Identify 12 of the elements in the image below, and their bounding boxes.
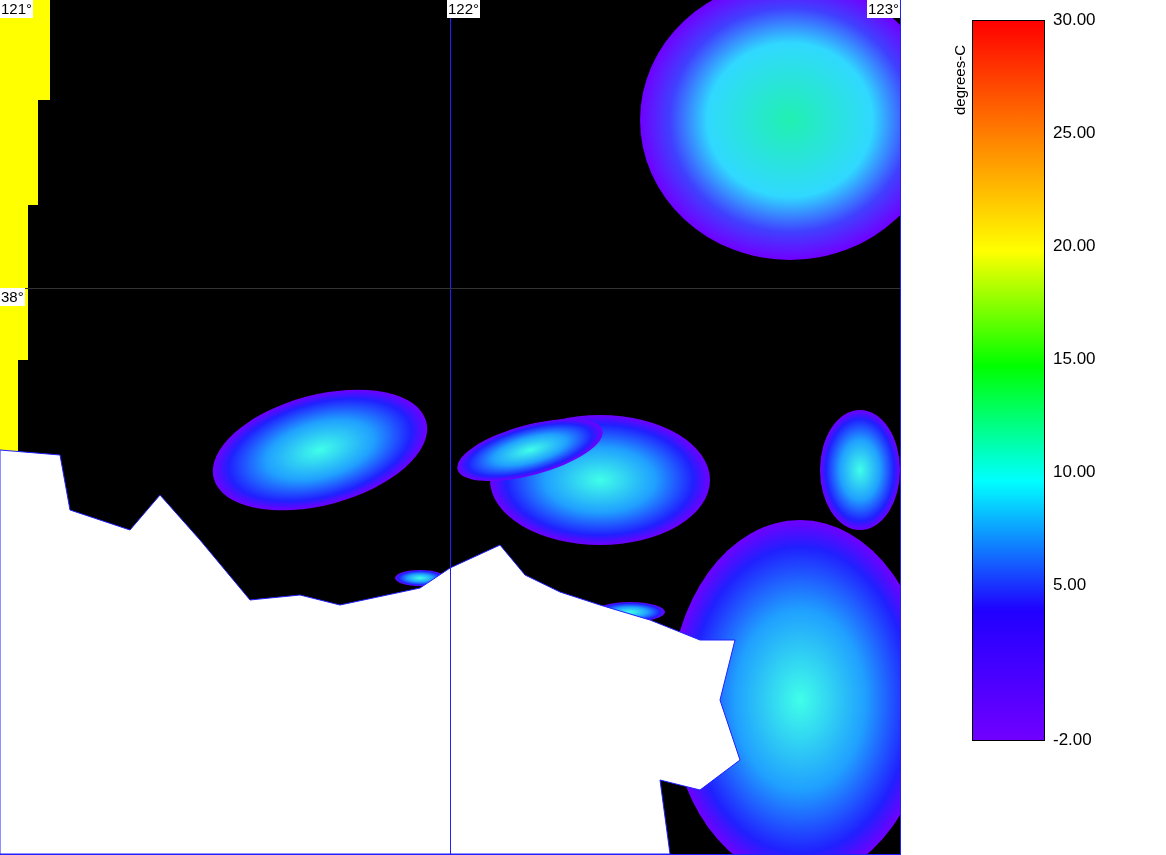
colorbar-tick-label: 5.00 (1053, 575, 1088, 596)
colorbar-tick-label: 20.00 (1053, 236, 1096, 257)
colorbar-tick-label: 25.00 (1053, 123, 1096, 144)
colorbar-tick-label: 10.00 (1053, 462, 1096, 483)
colorbar-tick-label: -2.00 (1053, 730, 1093, 750)
colorbar-tick-label: 15.00 (1053, 349, 1096, 370)
longitude-label: 121° (0, 0, 34, 18)
latitude-label: 38° (0, 288, 25, 306)
colorbar-title: degrees-C (950, 43, 969, 115)
colorbar-tick-label: 30.00 (1053, 10, 1096, 31)
longitude-label: 122° (447, 0, 481, 18)
longitude-label: 123° (866, 0, 900, 18)
